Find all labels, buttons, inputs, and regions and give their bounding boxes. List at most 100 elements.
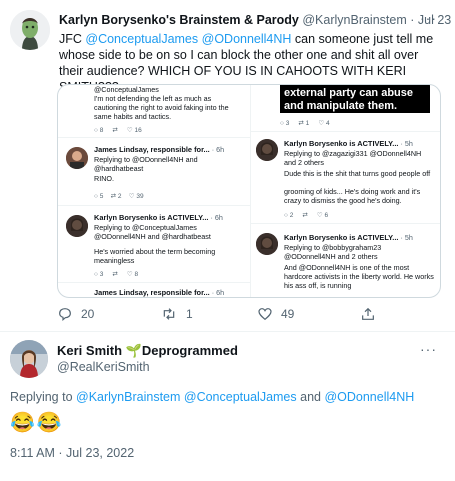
ss-left-reply2: Karlyn Borysenko is ACTIVELY... · 6h: [94, 213, 244, 222]
ss-count: 6: [324, 212, 329, 219]
ss-right-reply1-replying: Replying to @zagazigi331 @ODonnell4NH an…: [284, 149, 422, 167]
ss-sep: [58, 282, 250, 283]
ss-count: 1: [305, 120, 310, 127]
ss-left-reply1-actions: ○ 5 ⇄ 2 ♡ 39: [94, 192, 144, 200]
ss-left-reply3: James Lindsay, responsible for... · 6h: [94, 288, 244, 297]
retweet-icon: ⇄: [112, 127, 118, 134]
ss-right-reply1-actions: ○ 2 ⇄ ♡ 6: [284, 211, 328, 219]
share-icon: [362, 307, 374, 320]
tweet1-action-bar: 20 1 49: [57, 306, 441, 324]
tweet2-timestamp[interactable]: 8:11 AM · Jul 23, 2022: [10, 446, 134, 460]
like-button[interactable]: 49: [257, 306, 294, 322]
ss-count: 8: [134, 271, 139, 278]
retweet-icon: ⇄: [302, 212, 308, 219]
reply-icon: ○: [94, 193, 98, 200]
like-icon: ♡: [318, 120, 325, 127]
ss-name: James Lindsay, responsible for...: [94, 145, 210, 154]
replying-mention-conceptualjames[interactable]: @ConceptualJames: [184, 390, 297, 404]
more-icon[interactable]: ···: [420, 341, 437, 357]
like-icon: [258, 308, 272, 321]
ss-left-reply2-text: He's worried about the term becoming mea…: [94, 247, 216, 265]
ss-right-reply2-text: And @ODonnell4NH is one of the most hard…: [284, 263, 434, 290]
ss-sep: [58, 137, 250, 138]
ss-count: 3: [285, 120, 290, 127]
tweet1-mention-conceptualjames[interactable]: @ConceptualJames: [85, 32, 198, 46]
avatar-karlyn-brainstem[interactable]: [10, 10, 50, 50]
more-icon[interactable]: ···: [420, 10, 437, 26]
reply-icon: ○: [284, 212, 288, 219]
ss-time: · 6h: [211, 145, 225, 154]
ss-avatar-karlyn: [256, 139, 278, 161]
share-button[interactable]: [360, 306, 376, 322]
reply-button[interactable]: 20: [57, 306, 94, 322]
ss-avatar-lindsay: [66, 147, 88, 169]
ss-left-top-actions: ○ 8 ⇄ ♡ 16: [94, 126, 142, 134]
tweet1-header: Karlyn Borysenko's Brainstem & Parody @K…: [59, 13, 451, 27]
ss-right-reply2-replying: Replying to @bobbygraham23 @ODonnell4NH …: [284, 243, 382, 261]
tweet2-handle[interactable]: @RealKeriSmith: [57, 360, 150, 374]
ss-time: · 6h: [211, 288, 225, 297]
ss-sep: [251, 223, 440, 224]
ss-left-reply1-replying: Replying to @ODonnell4NH and @hardhatbea…: [94, 155, 198, 173]
ss-right-reply1-text: Dude this is the shit that turns good pe…: [284, 169, 431, 178]
ss-right-banner: external party can abuse and manipulate …: [280, 85, 430, 113]
tweet2-text: 😂😂: [10, 412, 64, 434]
retweet-count: 1: [186, 307, 193, 321]
ss-avatar-karlyn: [66, 215, 88, 237]
ss-avatar-karlyn: [256, 233, 278, 255]
ss-right-reply2: Karlyn Borysenko is ACTIVELY... · 5h: [284, 233, 440, 242]
ss-sep: [251, 131, 440, 132]
reply-count: 20: [81, 307, 95, 321]
ss-count: 8: [99, 127, 104, 134]
retweet-icon: ⇄: [112, 271, 118, 278]
ss-name: Karlyn Borysenko is ACTIVELY...: [284, 139, 399, 148]
retweet-icon: ⇄: [110, 193, 117, 200]
tweet2-display-name[interactable]: Keri Smith: [57, 343, 122, 358]
ss-right-reply1: Karlyn Borysenko is ACTIVELY... · 5h: [284, 139, 440, 148]
reply-icon: [59, 308, 71, 321]
replying-and: and: [296, 390, 325, 404]
replying-mention-odonnell4nh[interactable]: @ODonnell4NH: [324, 390, 414, 404]
retweet-icon: [163, 308, 175, 320]
ss-time: · 5h: [400, 139, 413, 148]
tweet1-mention-odonnell4nh[interactable]: @ODonnell4NH: [202, 32, 292, 46]
ss-count: 4: [325, 120, 330, 127]
ss-count: 2: [117, 193, 122, 200]
ss-right-reply1-overlap: grooming of kids... He's doing work and …: [284, 187, 421, 205]
like-count: 49: [281, 307, 295, 321]
ss-count: 16: [134, 127, 142, 134]
replying-mention-karlynbrainstem[interactable]: @KarlynBrainstem: [76, 390, 180, 404]
ss-name: Karlyn Borysenko is ACTIVELY...: [284, 233, 399, 242]
ss-name: Karlyn Borysenko is ACTIVELY...: [94, 213, 209, 222]
like-icon: ♡: [316, 212, 323, 219]
reply-icon: ○: [94, 127, 98, 134]
tweet-divider: [0, 331, 455, 332]
ss-time: · 6h: [210, 213, 223, 222]
ss-count: 3: [99, 271, 104, 278]
ss-left-reply2-replying: Replying to @ConceptualJames @ODonnell4N…: [94, 223, 211, 241]
tweet2-replying-to: Replying to @KarlynBrainstem @Conceptual…: [10, 390, 414, 404]
tweet1-image[interactable]: @ConceptualJames I'm not defending the l…: [57, 84, 441, 298]
ss-count: 5: [99, 193, 104, 200]
replying-prefix: Replying to: [10, 390, 77, 404]
ss-left-top-text: I'm not defending the left as much as ca…: [94, 94, 229, 121]
tweet1-text-prefix: JFC: [59, 32, 86, 46]
avatar-keri-smith[interactable]: [10, 340, 48, 378]
tweet2-badge: 🌱Deprogrammed: [125, 343, 238, 358]
ss-right-top-actions: ○ 3 ⇄ 1 ♡ 4: [280, 119, 330, 127]
ss-left-reply2-actions: ○ 3 ⇄ ♡ 8: [94, 270, 138, 278]
like-icon: ♡: [126, 127, 133, 134]
retweet-button[interactable]: 1: [160, 306, 193, 322]
ss-left-reply1-text: RINO.: [94, 174, 114, 183]
like-icon: ♡: [128, 193, 135, 200]
retweet-icon: ⇄: [298, 120, 304, 127]
image-divider: [250, 85, 251, 297]
tweet1-display-name[interactable]: Karlyn Borysenko's Brainstem & Parody: [59, 13, 299, 27]
ss-count: 39: [136, 193, 144, 200]
like-icon: ♡: [126, 271, 133, 278]
reply-icon: ○: [280, 120, 284, 127]
tweet1-handle[interactable]: @KarlynBrainstem: [302, 13, 406, 27]
ss-left-reply1: James Lindsay, responsible for... · 6h: [94, 145, 244, 154]
ss-time: · 5h: [400, 233, 413, 242]
ss-name: James Lindsay, responsible for...: [94, 288, 210, 297]
